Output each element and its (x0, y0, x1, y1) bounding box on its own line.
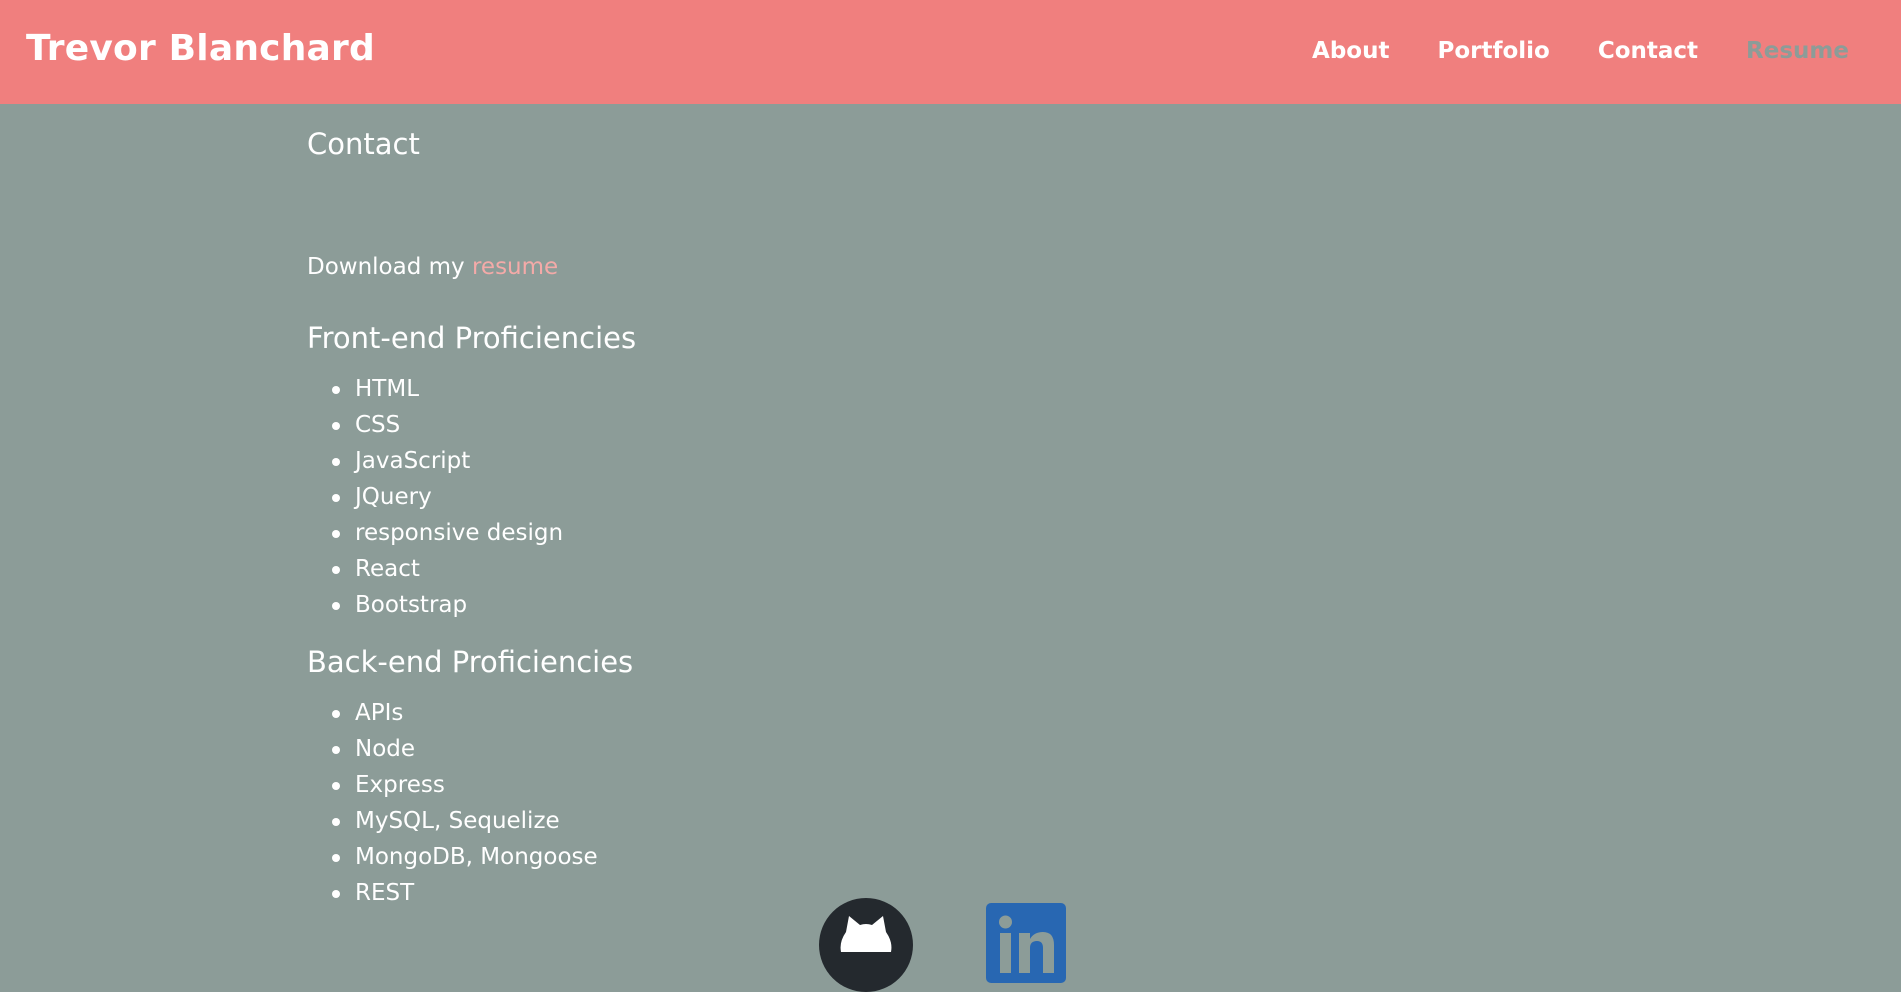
linkedin-icon[interactable] (986, 903, 1066, 983)
backend-skill-item: Node (307, 731, 598, 767)
backend-skill-item: APIs (307, 695, 598, 731)
frontend-skill-item: HTML (307, 371, 563, 407)
frontend-skills-list: HTML CSS JavaScript JQuery responsive de… (307, 371, 563, 623)
site-header: Trevor Blanchard About Portfolio Contact… (0, 0, 1901, 104)
resume-download-link[interactable]: resume (472, 254, 558, 280)
page-title: Contact (307, 127, 420, 161)
frontend-skill-item: CSS (307, 407, 563, 443)
frontend-heading: Front-end Proficiencies (307, 321, 637, 355)
main-nav: About Portfolio Contact Resume (1312, 36, 1849, 66)
nav-contact-link[interactable]: Contact (1598, 36, 1698, 66)
site-brand[interactable]: Trevor Blanchard (26, 27, 375, 71)
backend-skill-item: Express (307, 767, 598, 803)
frontend-skill-item: responsive design (307, 515, 563, 551)
frontend-skill-item: JavaScript (307, 443, 563, 479)
resume-download-text: Download my resume (307, 252, 558, 282)
backend-skill-item: REST (307, 875, 598, 911)
nav-about-link[interactable]: About (1312, 36, 1389, 66)
backend-skill-item: MongoDB, Mongoose (307, 839, 598, 875)
frontend-skill-item: React (307, 551, 563, 587)
nav-resume-link[interactable]: Resume (1746, 36, 1849, 66)
resume-prefix-text: Download my (307, 254, 465, 280)
frontend-skill-item: JQuery (307, 479, 563, 515)
backend-skills-list: APIs Node Express MySQL, Sequelize Mongo… (307, 695, 598, 911)
nav-portfolio-link[interactable]: Portfolio (1437, 36, 1549, 66)
frontend-skill-item: Bootstrap (307, 587, 563, 623)
github-icon[interactable] (819, 898, 913, 992)
backend-heading: Back-end Proficiencies (307, 645, 634, 679)
backend-skill-item: MySQL, Sequelize (307, 803, 598, 839)
